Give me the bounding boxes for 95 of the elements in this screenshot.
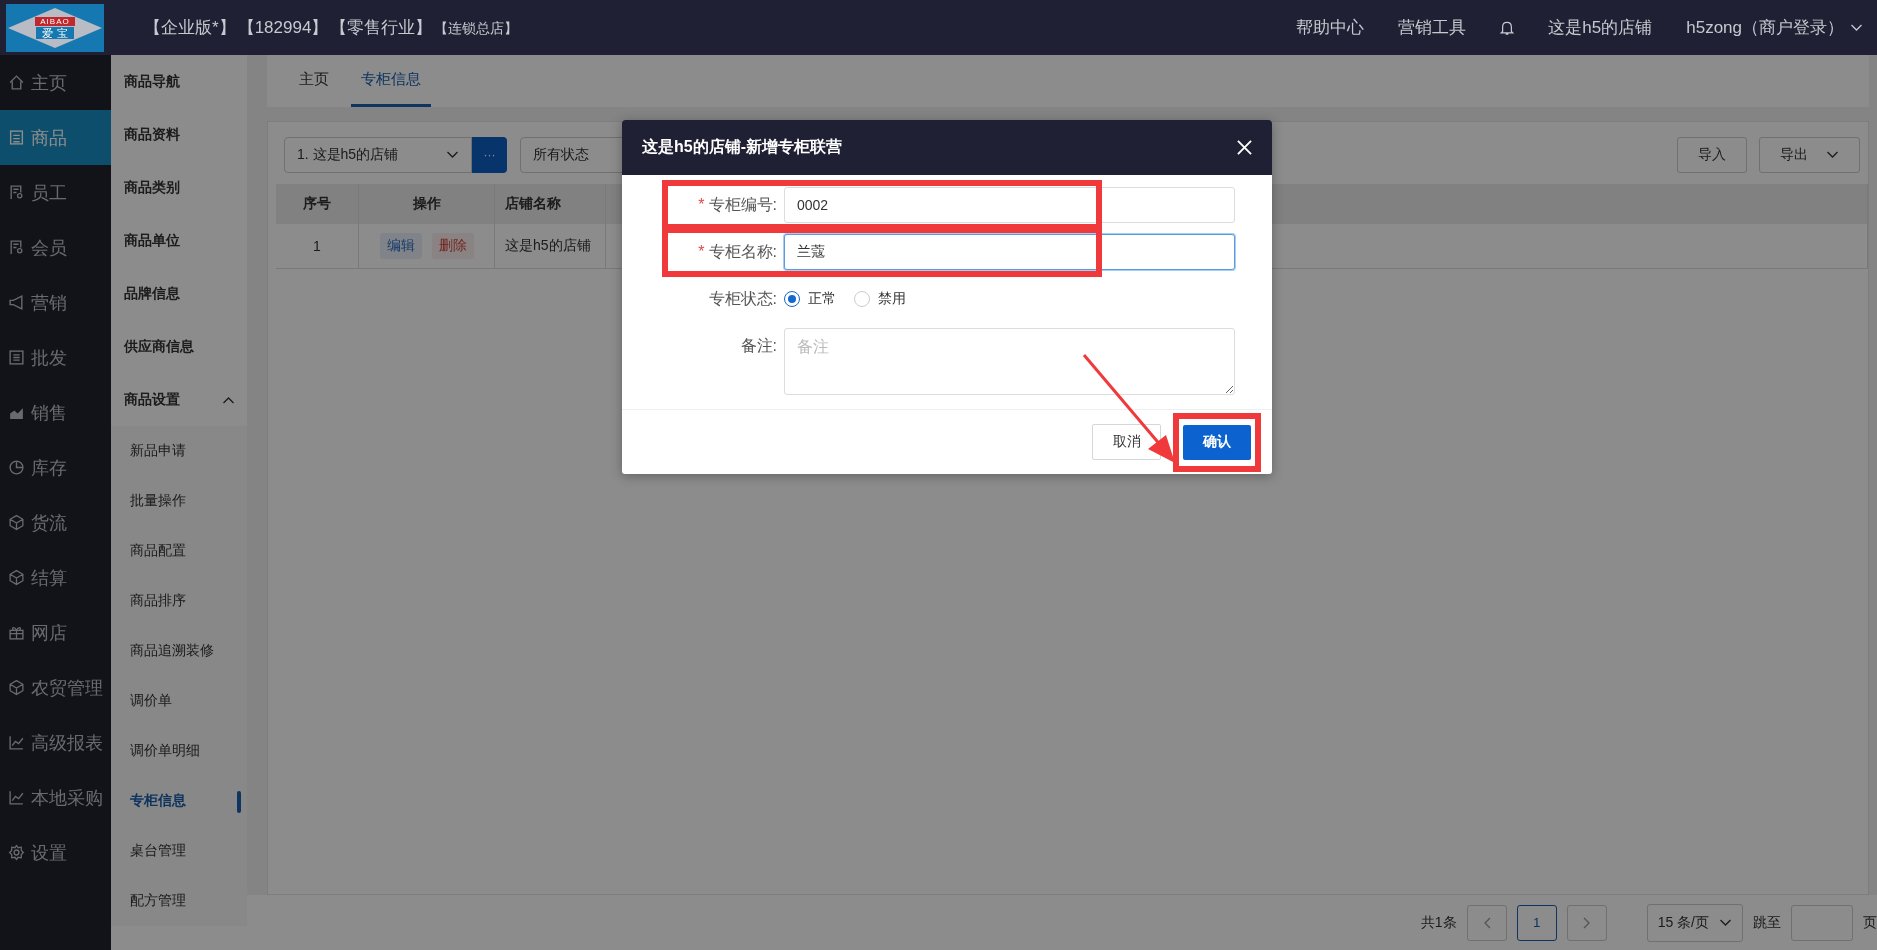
- line-icon: [8, 789, 25, 806]
- nav-item[interactable]: 农贸管理: [0, 660, 112, 715]
- input-field[interactable]: 备注: [784, 328, 1235, 395]
- logo-text: AIBAO: [35, 16, 75, 26]
- account-tag: 【企业版*】: [144, 16, 236, 39]
- submenu-item[interactable]: 调价单明细: [111, 726, 247, 776]
- gear-icon: [8, 844, 25, 861]
- table-cell: 1: [276, 224, 359, 269]
- import-button[interactable]: 导入: [1677, 137, 1747, 173]
- nav-item[interactable]: 设置: [0, 825, 112, 880]
- submenu-item[interactable]: 新品申请: [111, 426, 247, 476]
- doc-icon: [8, 129, 25, 146]
- submenu-item[interactable]: 商品单位: [111, 214, 247, 267]
- bell-icon[interactable]: [1500, 19, 1515, 36]
- header-link[interactable]: 帮助中心: [1296, 16, 1365, 39]
- delete-button[interactable]: 删除: [431, 233, 474, 259]
- page-input[interactable]: [1791, 904, 1853, 941]
- field-label: 专柜状态:: [707, 288, 778, 309]
- page-button[interactable]: 1: [1516, 904, 1557, 941]
- submenu-item[interactable]: 商品追溯装修: [111, 626, 247, 676]
- cube-icon: [8, 569, 25, 586]
- account-tag: 【零售行业】: [330, 16, 433, 39]
- column-header: 操作: [358, 184, 495, 224]
- table-cell: 这是h5的店铺: [494, 224, 606, 269]
- field-label: * 专柜名称:: [697, 241, 778, 262]
- nav-item[interactable]: 批发: [0, 330, 112, 385]
- nav-item[interactable]: 主页: [0, 55, 112, 110]
- submenu-item[interactable]: 商品设置: [111, 373, 247, 426]
- tab[interactable]: 专柜信息: [351, 55, 431, 107]
- page-size-select[interactable]: 15 条/页: [1646, 903, 1743, 942]
- chevron-down-icon: [1850, 23, 1863, 32]
- jump-label: 跳至: [1753, 913, 1781, 932]
- submenu-item[interactable]: 商品配置: [111, 526, 247, 576]
- nav-item[interactable]: 员工: [0, 165, 112, 220]
- list-icon: [8, 349, 25, 366]
- chevron-down-icon: [1719, 918, 1732, 927]
- page-suffix: 页: [1863, 913, 1877, 932]
- submenu-item[interactable]: 商品资料: [111, 108, 247, 161]
- radio-option[interactable]: 禁用: [854, 290, 906, 308]
- nav-item[interactable]: 库存: [0, 440, 112, 495]
- nav-item[interactable]: 商品: [0, 110, 112, 165]
- cube-icon: [8, 514, 25, 531]
- submenu-item[interactable]: 专柜信息: [111, 776, 247, 826]
- megaphone-icon: [8, 294, 25, 311]
- chevron-left-icon[interactable]: [1482, 916, 1491, 929]
- submenu-item[interactable]: 商品类别: [111, 161, 247, 214]
- chevron-down-icon: [1826, 151, 1839, 159]
- person-icon: [8, 239, 25, 256]
- person-icon: [8, 184, 25, 201]
- close-icon[interactable]: [1237, 140, 1252, 155]
- more-button[interactable]: ···: [472, 137, 507, 173]
- user-menu[interactable]: h5zong（商户登录）: [1686, 16, 1844, 39]
- input-field[interactable]: 0002: [784, 187, 1235, 223]
- submenu-item[interactable]: 品牌信息: [111, 267, 247, 320]
- account-tag: 【连锁总店】: [434, 20, 519, 38]
- field-label: 备注:: [739, 336, 778, 356]
- submenu-item[interactable]: 供应商信息: [111, 320, 247, 373]
- cube-icon: [8, 679, 25, 696]
- submenu-item[interactable]: 批量操作: [111, 476, 247, 526]
- total-count: 共1条: [1420, 913, 1457, 932]
- active-indicator: [237, 791, 241, 813]
- column-header: 店铺名称: [494, 184, 606, 224]
- submenu-item[interactable]: 商品排序: [111, 576, 247, 626]
- nav-item[interactable]: 销售: [0, 385, 112, 440]
- nav-item[interactable]: 本地采购: [0, 770, 112, 825]
- field-label: * 专柜编号:: [697, 194, 778, 215]
- cancel-button[interactable]: 取消: [1092, 424, 1161, 460]
- submenu-item[interactable]: 桌台管理: [111, 826, 247, 876]
- chevron-right-icon[interactable]: [1582, 916, 1591, 929]
- store-select[interactable]: 1. 这是h5的店铺: [284, 137, 472, 173]
- submenu-item[interactable]: 调价单: [111, 676, 247, 726]
- nav-item[interactable]: 会员: [0, 220, 112, 275]
- pie-icon: [8, 459, 25, 476]
- confirm-button[interactable]: 确认: [1183, 424, 1251, 460]
- nav-item[interactable]: 高级报表: [0, 715, 112, 770]
- header-link[interactable]: 营销工具: [1398, 16, 1467, 39]
- radio-button[interactable]: [784, 291, 800, 307]
- submenu-item[interactable]: 商品导航: [111, 55, 247, 108]
- column-header: 序号: [276, 184, 359, 224]
- input-field[interactable]: 兰蔻: [784, 234, 1235, 270]
- submenu-item[interactable]: 配方管理: [111, 876, 247, 926]
- store-name[interactable]: 这是h5的店铺: [1548, 16, 1653, 39]
- tab[interactable]: 主页: [289, 55, 339, 107]
- gift-icon: [8, 624, 25, 641]
- radio-option[interactable]: 正常: [784, 290, 836, 308]
- account-tag: 【182994】: [237, 16, 329, 39]
- nav-item[interactable]: 结算: [0, 550, 112, 605]
- nav-item[interactable]: 网店: [0, 605, 112, 660]
- line-icon: [8, 734, 25, 751]
- nav-item[interactable]: 营销: [0, 275, 112, 330]
- nav-item[interactable]: 货流: [0, 495, 112, 550]
- export-button[interactable]: 导出: [1759, 137, 1860, 173]
- chevron-down-icon: [446, 151, 459, 159]
- edit-button[interactable]: 编辑: [379, 233, 422, 259]
- home-icon: [8, 74, 25, 91]
